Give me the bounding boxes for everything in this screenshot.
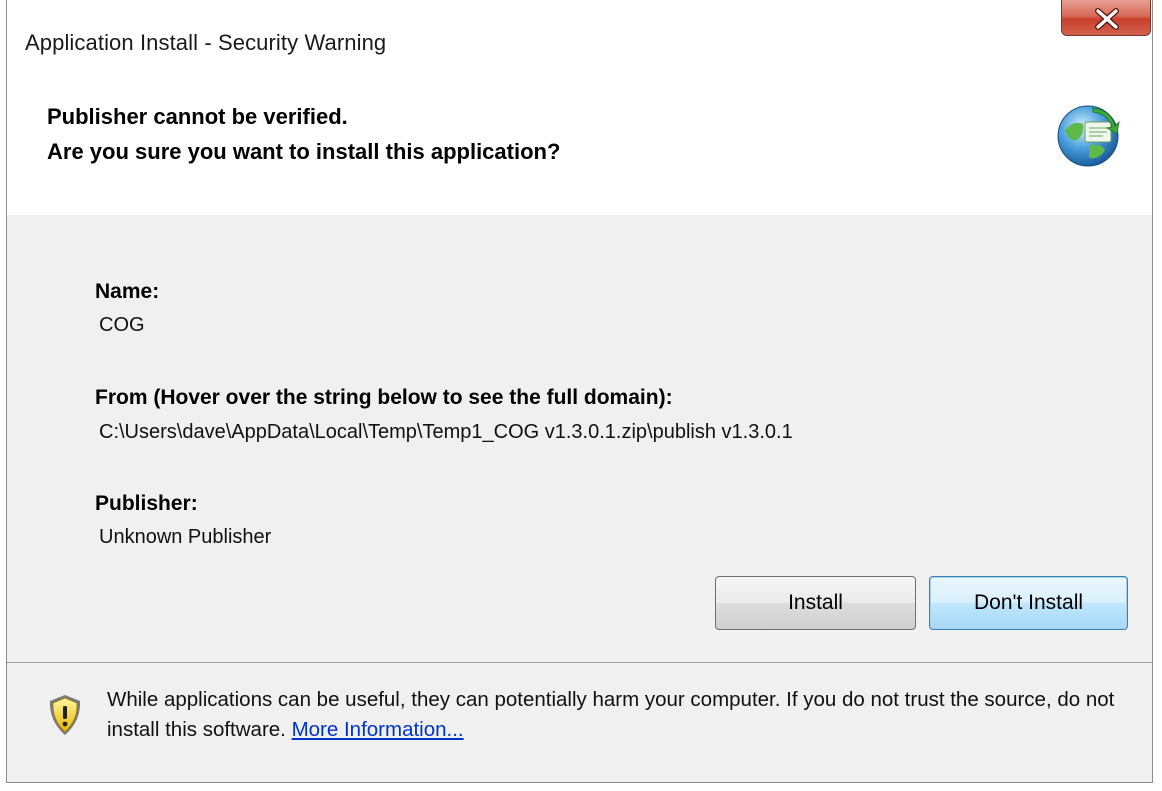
details-panel: Name: COG From (Hover over the string be…	[7, 215, 1152, 662]
globe-install-icon	[1057, 105, 1120, 167]
warning-text: While applications can be useful, they c…	[107, 688, 1115, 741]
install-button[interactable]: Install	[715, 576, 916, 630]
from-label: From (Hover over the string below to see…	[95, 386, 673, 409]
window-title: Application Install - Security Warning	[25, 30, 387, 55]
publisher-label: Publisher:	[95, 492, 198, 515]
more-information-link[interactable]: More Information...	[292, 718, 464, 741]
security-warning-dialog: Application Install - Security Warning P…	[6, 0, 1153, 783]
name-label: Name:	[95, 280, 160, 303]
from-value[interactable]: C:\Users\dave\AppData\Local\Temp\Temp1_C…	[99, 421, 793, 444]
close-icon	[1095, 8, 1119, 30]
publisher-warning-heading: Publisher cannot be verified.	[47, 104, 348, 129]
footer-panel: While applications can be useful, they c…	[7, 663, 1152, 782]
install-confirm-question: Are you sure you want to install this ap…	[47, 139, 561, 164]
close-button[interactable]	[1061, 0, 1151, 36]
warning-message: While applications can be useful, they c…	[107, 685, 1137, 745]
publisher-value: Unknown Publisher	[99, 526, 272, 548]
title-bar: Application Install - Security Warning	[7, 0, 1152, 78]
name-value: COG	[99, 314, 145, 336]
header-panel: Publisher cannot be verified. Are you su…	[7, 78, 1152, 215]
warning-shield-icon	[49, 695, 81, 735]
dont-install-button[interactable]: Don't Install	[929, 576, 1128, 630]
